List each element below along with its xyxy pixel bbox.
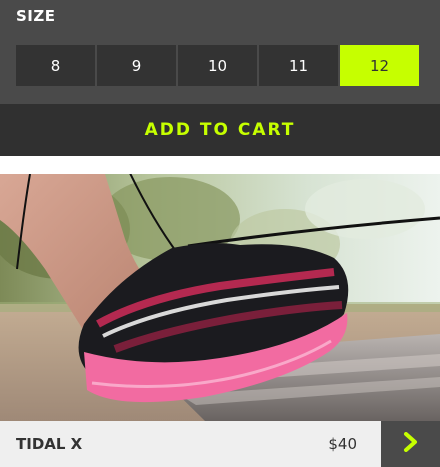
add-to-cart-button[interactable]: ADD TO CART [0,104,440,156]
running-shoe-photo [0,174,440,421]
size-option-11[interactable]: 11 [259,45,338,86]
size-title: SIZE [16,7,56,25]
size-option-12[interactable]: 12 [340,45,419,86]
product-price: $40 [328,435,357,453]
size-option-8[interactable]: 8 [16,45,95,86]
size-options: 8 9 10 11 12 [16,45,419,86]
size-option-9[interactable]: 9 [97,45,176,86]
size-option-10[interactable]: 10 [178,45,257,86]
chevron-right-icon [403,432,419,456]
product-info-bar: TIDAL X $40 [0,421,440,467]
product-image [0,174,440,421]
product-name: TIDAL X [16,435,83,453]
size-selector-panel: SIZE 8 9 10 11 12 [0,0,440,104]
next-product-button[interactable] [381,421,440,467]
